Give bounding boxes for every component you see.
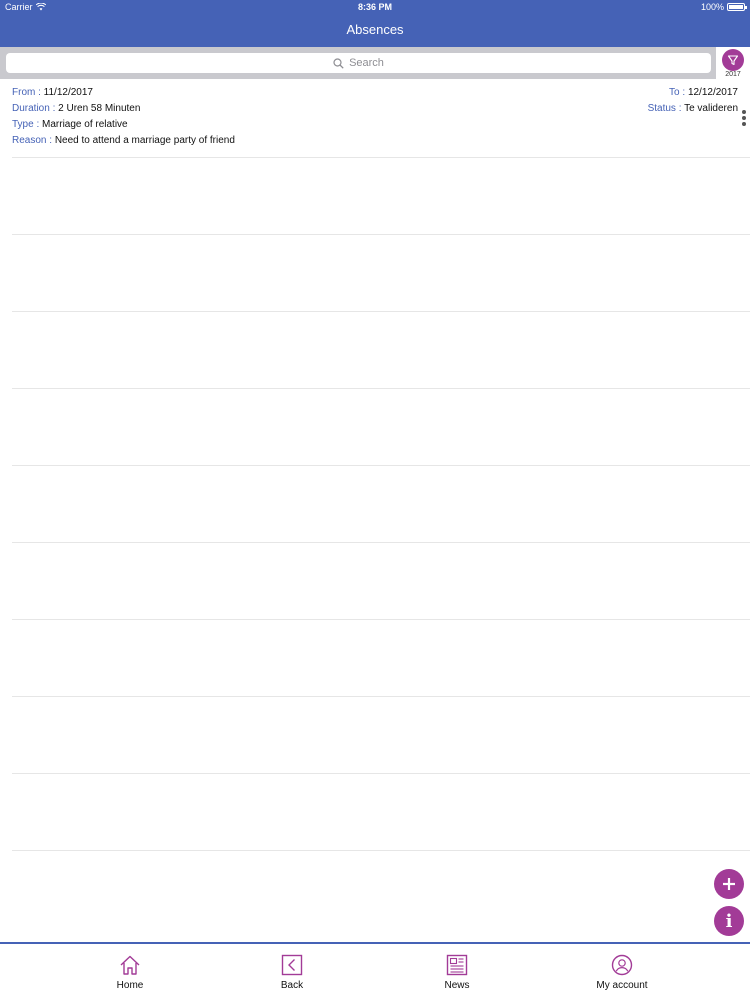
more-options-dot	[742, 110, 746, 114]
tab-home[interactable]: Home	[70, 954, 190, 991]
from-value: 11/12/2017	[43, 87, 93, 98]
account-icon	[611, 954, 633, 976]
empty-row	[12, 234, 750, 311]
tab-my-account-label: My account	[596, 980, 648, 991]
tab-back-label: Back	[280, 980, 304, 991]
more-options-icon[interactable]	[741, 110, 747, 126]
tab-news-label: News	[444, 980, 470, 991]
tab-back[interactable]: Back	[232, 954, 352, 991]
status-value: Te valideren	[684, 103, 738, 114]
info-button[interactable]: i	[714, 906, 744, 936]
empty-row	[12, 388, 750, 465]
header-bar: Carrier 8:36 PM 100% Absences	[0, 0, 750, 47]
empty-row	[12, 157, 750, 234]
search-input[interactable]: Search	[6, 53, 711, 73]
type-value: Marriage of relative	[42, 119, 128, 130]
search-row: Search 2017	[0, 47, 750, 79]
home-icon	[120, 955, 140, 975]
to-label: To :	[669, 87, 686, 98]
tab-bar: Home Back News My account	[0, 942, 750, 1000]
duration-label: Duration :	[12, 103, 56, 114]
search-placeholder: Search	[349, 57, 384, 69]
to-field: To : 12/12/2017	[669, 87, 738, 98]
empty-row	[12, 465, 750, 542]
duration-field: Duration : 2 Uren 58 Minuten	[12, 103, 140, 114]
from-field: From : 11/12/2017	[12, 87, 93, 98]
empty-row	[12, 850, 750, 927]
empty-row	[12, 619, 750, 696]
back-icon	[281, 954, 303, 976]
status-field: Status : Te valideren	[648, 103, 738, 114]
duration-value: 2 Uren 58 Minuten	[58, 103, 141, 114]
to-value: 12/12/2017	[687, 87, 738, 98]
reason-label: Reason :	[12, 135, 53, 146]
empty-row	[12, 311, 750, 388]
empty-row	[12, 773, 750, 850]
battery-indicator: 100%	[700, 2, 747, 12]
absence-record[interactable]: From : 11/12/2017 Duration : 2 Uren 58 M…	[0, 79, 750, 157]
tab-my-account[interactable]: My account	[562, 954, 682, 991]
tab-home-label: Home	[116, 980, 144, 991]
status-label: Status :	[647, 103, 682, 114]
type-label: Type :	[12, 119, 40, 130]
news-icon	[446, 954, 468, 976]
search-icon	[333, 57, 344, 69]
more-options-dot	[742, 122, 746, 126]
more-options-dot	[742, 116, 746, 120]
battery-icon	[727, 3, 747, 11]
empty-row	[12, 696, 750, 773]
filter-button[interactable]	[722, 49, 744, 71]
plus-icon	[723, 878, 735, 890]
page-title: Absences	[346, 22, 404, 37]
filter-area: 2017	[716, 47, 750, 79]
from-label: From :	[12, 87, 41, 98]
empty-row	[12, 542, 750, 619]
tab-news[interactable]: News	[397, 954, 517, 991]
status-bar: Carrier 8:36 PM 100%	[0, 0, 750, 14]
clock: 8:36 PM	[357, 2, 392, 12]
type-field: Type : Marriage of relative	[12, 119, 128, 130]
filter-year: 2017	[725, 71, 741, 78]
add-absence-button[interactable]	[714, 869, 744, 899]
battery-percent: 100%	[700, 2, 724, 12]
absence-list	[12, 157, 750, 927]
info-icon: i	[725, 910, 733, 932]
reason-field: Reason : Need to attend a marriage party…	[12, 135, 235, 146]
reason-value: Need to attend a marriage party of frien…	[54, 135, 235, 146]
filter-icon	[727, 55, 739, 66]
